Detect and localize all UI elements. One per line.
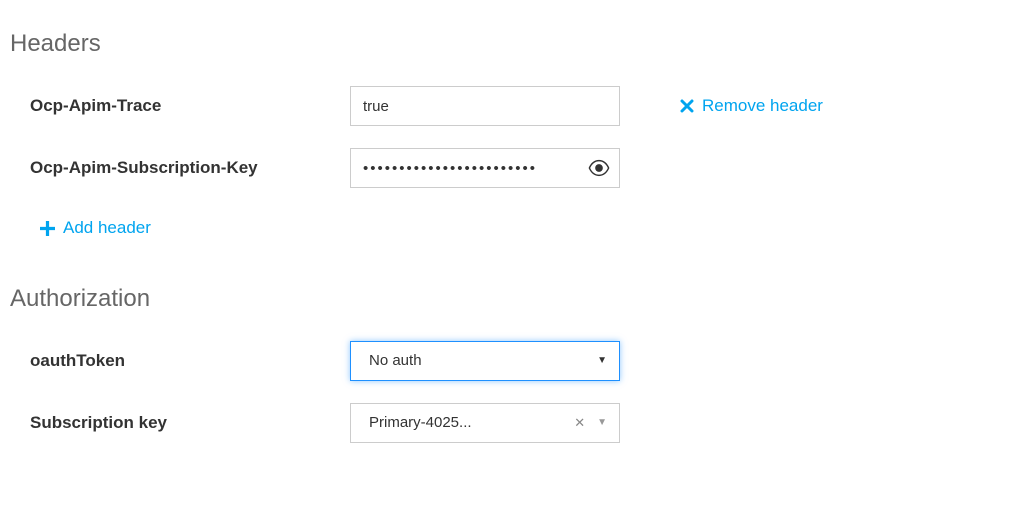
subscription-key-select[interactable]: Primary-4025... ✕ ▼ — [350, 403, 620, 443]
clear-icon[interactable]: ✕ — [574, 415, 585, 431]
oauth-token-selected: No auth — [363, 352, 597, 369]
plus-icon — [40, 221, 55, 236]
authorization-section-title: Authorization — [10, 285, 1014, 313]
oauth-token-label: oauthToken — [30, 351, 350, 371]
header-row-trace: Ocp-Apim-Trace Remove header — [30, 86, 1014, 126]
header-label: Ocp-Apim-Subscription-Key — [30, 158, 350, 178]
add-header-link[interactable]: Add header — [40, 218, 151, 238]
chevron-down-icon: ▼ — [597, 355, 607, 366]
header-value-input[interactable] — [350, 86, 620, 126]
chevron-down-icon: ▼ — [597, 417, 607, 428]
subscription-key-selected: Primary-4025... — [363, 414, 574, 431]
close-icon — [680, 99, 694, 113]
header-label: Ocp-Apim-Trace — [30, 96, 350, 116]
headers-section-title: Headers — [10, 30, 1014, 58]
oauth-token-select[interactable]: No auth ▼ — [350, 341, 620, 381]
subscription-key-input[interactable] — [350, 148, 620, 188]
remove-header-text: Remove header — [702, 96, 823, 116]
eye-icon[interactable] — [588, 157, 610, 179]
remove-header-link[interactable]: Remove header — [680, 96, 823, 116]
header-row-subscription-key: Ocp-Apim-Subscription-Key — [30, 148, 1014, 188]
oauth-token-row: oauthToken No auth ▼ — [30, 341, 1014, 381]
subscription-key-row: Subscription key Primary-4025... ✕ ▼ — [30, 403, 1014, 443]
subscription-key-label: Subscription key — [30, 413, 350, 433]
add-header-text: Add header — [63, 218, 151, 238]
